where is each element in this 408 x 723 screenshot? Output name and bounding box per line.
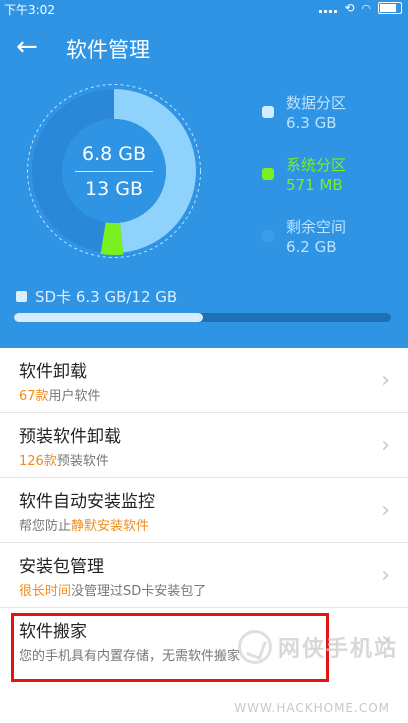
item-title: 软件自动安装监控 [19, 492, 155, 512]
item-title: 安装包管理 [19, 557, 104, 577]
total-storage-label: 13 GB [85, 177, 143, 200]
page-title: 软件管理 [66, 38, 150, 62]
site-watermark: 网侠手机站 [237, 630, 398, 664]
subtitle-text: 用户软件 [48, 389, 101, 404]
legend-swatch [262, 230, 274, 242]
chevron-right-icon: › [381, 498, 390, 523]
legend-name: 数据分区 [286, 94, 347, 112]
used-storage-label: 6.8 GB [81, 142, 146, 165]
watermark-url: WWW.HACKHOME.COM [234, 701, 390, 715]
list-item-uninstall[interactable]: 软件卸载 67款用户软件 › [0, 348, 408, 413]
wifi-icon: ◠ [361, 1, 371, 15]
status-time: 下午3:02 [4, 3, 55, 17]
item-subtitle: 126款预装软件 [19, 450, 109, 469]
item-title: 软件卸载 [19, 362, 87, 382]
chevron-right-icon: › [381, 368, 390, 393]
battery-icon [378, 2, 402, 14]
subtitle-text: 帮您防止 [19, 519, 72, 534]
storage-legend: 数据分区 6.3 GB 系统分区 571 MB 剩余空间 6.2 GB [262, 92, 402, 278]
subtitle-highlight: 很长时间 [19, 584, 72, 599]
item-title: 软件搬家 [19, 622, 87, 642]
legend-item-system: 系统分区 571 MB [262, 154, 402, 216]
item-subtitle: 您的手机具有内置存储，无需软件搬家 [19, 645, 240, 664]
header-panel: 下午3:02 ⟲ ◠ ← 软件管理 6.8 GB 13 GB 数据分区 6.3 … [0, 0, 408, 348]
legend-value: 6.2 GB [286, 238, 337, 256]
item-subtitle: 67款用户软件 [19, 385, 101, 404]
donut-center: 6.8 GB 13 GB [26, 83, 202, 259]
storage-donut-chart: 6.8 GB 13 GB [26, 83, 202, 259]
donut-divider [75, 170, 153, 172]
title-bar: ← 软件管理 [0, 28, 408, 68]
sd-card-label: SD卡 6.3 GB/12 GB [35, 288, 178, 306]
subtitle-highlight: 126款 [19, 454, 57, 469]
legend-swatch [262, 106, 274, 118]
legend-value: 571 MB [286, 176, 343, 194]
item-subtitle: 帮您防止静默安装软件 [19, 515, 149, 534]
subtitle-text: 预装软件 [56, 454, 109, 469]
subtitle-highlight: 67款 [19, 389, 49, 404]
legend-name: 剩余空间 [286, 218, 347, 236]
signal-icon [319, 3, 338, 13]
chevron-right-icon: › [381, 563, 390, 588]
legend-name: 系统分区 [286, 156, 347, 174]
legend-value: 6.3 GB [286, 114, 337, 132]
legend-item-data: 数据分区 6.3 GB [262, 92, 402, 154]
list-item-preinstalled-uninstall[interactable]: 预装软件卸载 126款预装软件 › [0, 413, 408, 478]
rotation-lock-icon: ⟲ [344, 1, 355, 15]
item-title: 预装软件卸载 [19, 427, 121, 447]
sd-card-progress-fill [14, 313, 203, 322]
legend-item-free: 剩余空间 6.2 GB [262, 216, 402, 278]
subtitle-text: 您的手机具有内置存储，无需软件搬家 [19, 649, 241, 664]
legend-swatch [262, 168, 274, 180]
subtitle-text: 没管理过SD卡安装包了 [71, 584, 207, 599]
status-bar: 下午3:02 ⟲ ◠ [0, 0, 408, 18]
watermark-logo-icon [237, 630, 272, 664]
chevron-right-icon: › [381, 433, 390, 458]
list-item-install-monitor[interactable]: 软件自动安装监控 帮您防止静默安装软件 › [0, 478, 408, 543]
sd-card-summary: SD卡 6.3 GB/12 GB [16, 286, 177, 307]
sd-card-progress-bar [14, 313, 391, 322]
sd-card-swatch [16, 291, 27, 302]
tool-list: 软件卸载 67款用户软件 › 预装软件卸载 126款预装软件 › 软件自动安装监… [0, 348, 408, 672]
item-subtitle: 很长时间没管理过SD卡安装包了 [19, 580, 206, 599]
subtitle-highlight: 静默安装软件 [71, 519, 150, 534]
status-icons: ⟲ ◠ [319, 1, 402, 15]
back-arrow-icon[interactable]: ← [16, 33, 38, 61]
list-item-package-manager[interactable]: 安装包管理 很长时间没管理过SD卡安装包了 › [0, 543, 408, 608]
watermark-text: 网侠手机站 [277, 637, 398, 662]
